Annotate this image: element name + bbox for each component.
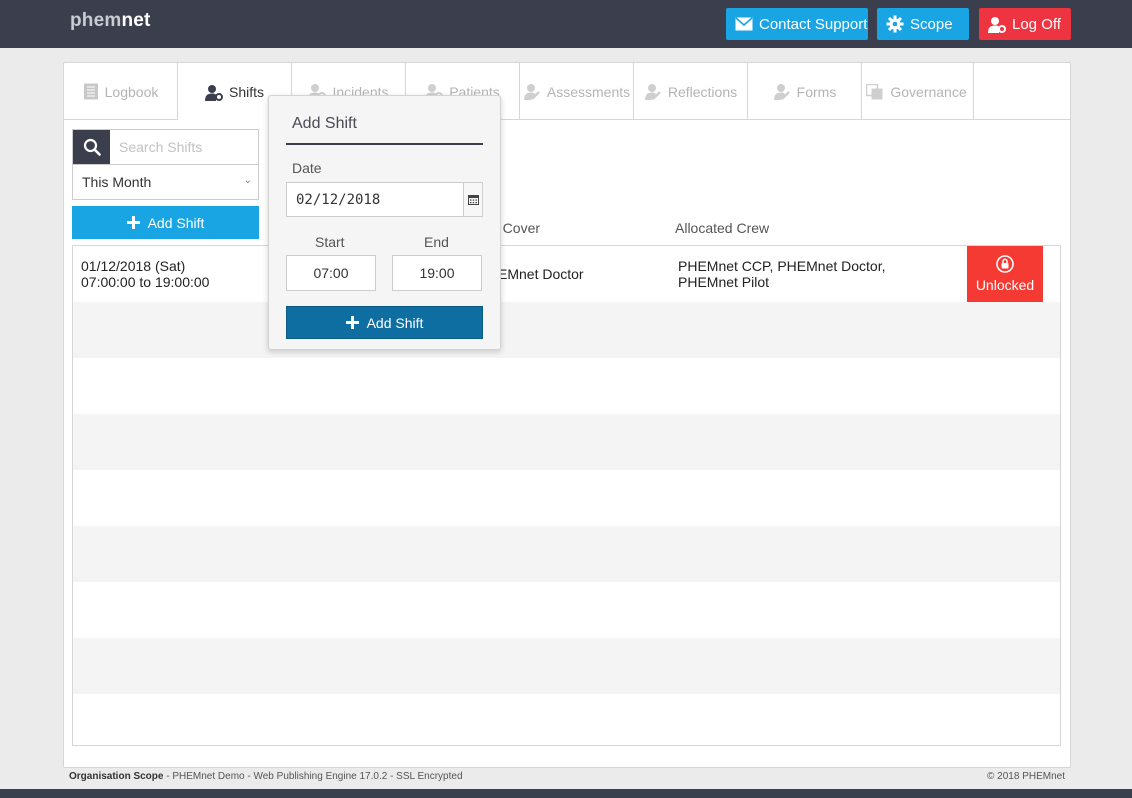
period-select-value: This Month <box>82 174 152 190</box>
tab-label: Forms <box>796 83 837 100</box>
contact-support-label: Contact Support <box>759 15 868 33</box>
calendar-icon <box>467 194 479 205</box>
calendar-button[interactable] <box>463 183 482 216</box>
scope-button[interactable]: Scope <box>877 8 969 40</box>
tab-assessments[interactable]: Assessments <box>520 63 634 120</box>
user-gear-icon <box>204 84 223 101</box>
unlocked-status-button[interactable]: Unlocked <box>967 246 1043 302</box>
plus-icon <box>126 216 140 229</box>
add-shift-popover: Add Shift Date Start End Add Shift <box>268 95 501 350</box>
org-scope-label: Organisation Scope <box>69 771 164 782</box>
gear-icon <box>886 15 904 33</box>
scope-label: Scope <box>910 15 953 33</box>
shifts-table: 01/12/2018 (Sat) 07:00:00 to 19:00:00 EM… <box>72 245 1061 746</box>
date-field <box>286 182 483 217</box>
bottom-bar <box>0 789 1132 798</box>
logo[interactable]: phemnet <box>70 10 151 32</box>
contact-support-button[interactable]: Contact Support <box>726 8 868 40</box>
period-select[interactable]: This Month ⌄ <box>72 164 259 200</box>
tab-label: Reflections <box>667 83 738 100</box>
table-row-empty <box>73 526 1060 582</box>
shift-crew: PHEMnet CCP, PHEMnet Doctor, PHEMnet Pil… <box>678 258 886 290</box>
search-input[interactable] <box>110 130 258 164</box>
start-label: Start <box>315 234 345 250</box>
tab-label: Logbook <box>104 83 159 100</box>
table-row-empty <box>73 358 1060 414</box>
user-pen-icon <box>523 84 540 100</box>
popover-title: Add Shift <box>292 115 357 132</box>
tab-reflections[interactable]: Reflections <box>634 63 748 120</box>
log-off-button[interactable]: Log Off <box>979 8 1071 40</box>
footer-info: Organisation Scope - PHEMnet Demo - Web … <box>69 771 463 782</box>
plus-icon <box>345 316 359 329</box>
main-panel: Logbook Shifts Incidents Patients Assess… <box>63 62 1071 768</box>
shift-date: 01/12/2018 (Sat) <box>81 258 186 274</box>
tab-label: Assessments <box>546 83 631 100</box>
tab-label: Shifts <box>228 84 264 100</box>
end-label: End <box>424 234 449 250</box>
tab-logbook[interactable]: Logbook <box>64 63 178 120</box>
chevron-down-icon: ⌄ <box>243 175 252 186</box>
table-row-empty <box>73 302 1060 358</box>
table-row-empty <box>73 470 1060 526</box>
user-pen-icon <box>773 84 790 100</box>
table-row-empty <box>73 638 1060 694</box>
add-shift-button[interactable]: Add Shift <box>72 206 259 239</box>
search-icon <box>83 138 101 156</box>
tab-forms[interactable]: Forms <box>748 63 862 120</box>
add-shift-label: Add Shift <box>147 214 205 231</box>
table-row-empty <box>73 582 1060 638</box>
envelope-icon <box>735 17 753 31</box>
search-box <box>72 129 259 165</box>
org-scope-detail: - PHEMnet Demo - Web Publishing Engine 1… <box>163 771 463 782</box>
user-gear-icon <box>988 16 1006 33</box>
user-pen-icon <box>644 84 661 100</box>
popover-add-shift-button[interactable]: Add Shift <box>286 306 483 339</box>
log-off-label: Log Off <box>1012 15 1061 33</box>
date-label: Date <box>292 160 322 176</box>
tab-bar: Logbook Shifts Incidents Patients Assess… <box>64 63 1070 121</box>
start-time-input[interactable] <box>286 255 376 291</box>
tab-label: Governance <box>890 83 967 100</box>
search-button[interactable] <box>73 130 110 164</box>
shift-time: 07:00:00 to 19:00:00 <box>81 274 210 290</box>
popover-add-shift-label: Add Shift <box>366 314 424 331</box>
table-row[interactable]: 01/12/2018 (Sat) 07:00:00 to 19:00:00 EM… <box>73 246 1060 302</box>
lock-icon <box>996 255 1014 273</box>
table-row-empty <box>73 694 1060 745</box>
copy-icon <box>866 83 883 99</box>
top-bar: phemnet Contact Support Scope Log Off <box>0 0 1132 48</box>
tab-governance[interactable]: Governance <box>860 63 974 120</box>
date-input[interactable] <box>287 183 463 216</box>
end-time-input[interactable] <box>392 255 482 291</box>
book-icon <box>83 83 98 100</box>
footer-copyright: © 2018 PHEMnet <box>987 771 1065 782</box>
status-label: Unlocked <box>975 277 1035 293</box>
column-header-allocated-crew[interactable]: Allocated Crew <box>675 220 769 236</box>
shift-cover: EMnet Doctor <box>498 266 584 282</box>
popover-divider <box>286 143 483 145</box>
table-row-empty <box>73 414 1060 470</box>
